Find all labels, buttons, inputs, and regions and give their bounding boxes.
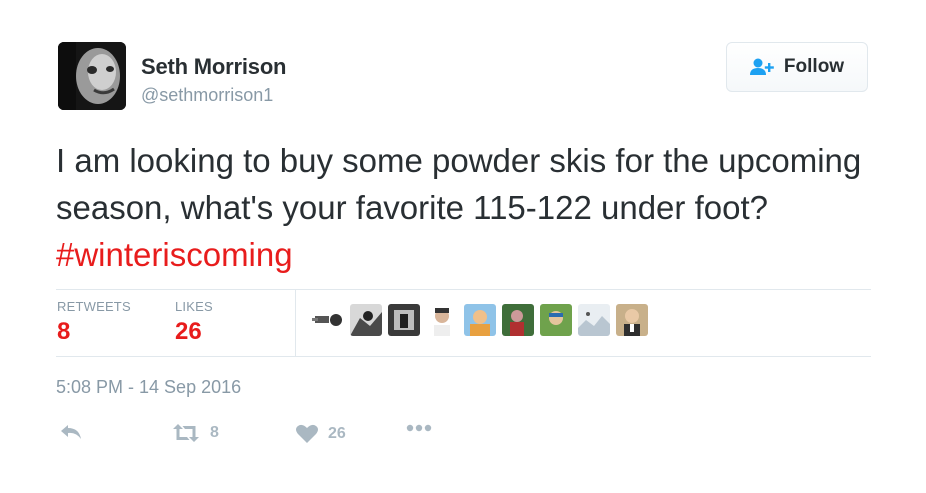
user-name[interactable]: Seth Morrison (141, 54, 287, 80)
liker-avatar[interactable] (464, 304, 496, 336)
retweet-icon (172, 424, 200, 442)
divider (56, 356, 871, 357)
divider (295, 290, 296, 356)
like-button[interactable]: 26 (296, 424, 346, 443)
liker-avatar[interactable] (388, 304, 420, 336)
retweet-action-count: 8 (210, 424, 219, 441)
liker-avatar[interactable] (350, 304, 382, 336)
liker-avatar[interactable] (312, 304, 344, 336)
more-icon (406, 424, 432, 432)
likes-label: LIKES (175, 299, 213, 314)
liker-avatar[interactable] (502, 304, 534, 336)
avatar-image (58, 42, 126, 110)
more-button[interactable] (406, 424, 432, 432)
user-handle[interactable]: @sethmorrison1 (141, 85, 273, 106)
add-user-icon (749, 58, 776, 76)
retweets-count: 8 (57, 318, 71, 345)
avatar[interactable] (58, 42, 126, 110)
divider (56, 289, 871, 290)
liker-avatar[interactable] (578, 304, 610, 336)
tweet-body: I am looking to buy some powder skis for… (56, 142, 862, 226)
reply-icon (60, 424, 82, 440)
liker-avatar[interactable] (426, 304, 458, 336)
likes-count: 26 (175, 318, 202, 345)
heart-icon (296, 424, 318, 443)
retweets-label: RETWEETS (57, 299, 131, 314)
like-action-count: 26 (328, 424, 346, 442)
tweet-timestamp[interactable]: 5:08 PM - 14 Sep 2016 (56, 377, 241, 398)
follow-button[interactable]: Follow (726, 42, 868, 92)
liker-avatar[interactable] (540, 304, 572, 336)
follow-label: Follow (783, 56, 845, 77)
liker-avatars (312, 304, 648, 336)
liker-avatar[interactable] (616, 304, 648, 336)
hashtag-link[interactable]: #winteriscoming (56, 236, 293, 273)
retweets-stat[interactable]: RETWEETS 8 (57, 299, 131, 346)
reply-button[interactable] (60, 424, 82, 440)
likes-stat[interactable]: LIKES 26 (175, 299, 213, 346)
retweet-button[interactable]: 8 (172, 424, 219, 442)
tweet-text: I am looking to buy some powder skis for… (56, 137, 876, 278)
